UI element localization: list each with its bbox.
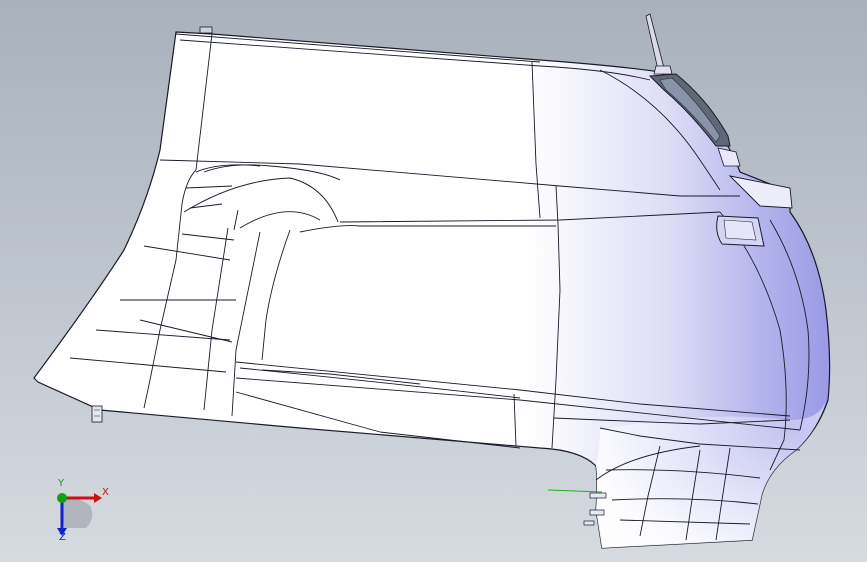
z-axis-label: Z bbox=[59, 532, 66, 543]
lower-clip bbox=[91, 405, 103, 423]
reference-triad[interactable]: X Y Z bbox=[44, 478, 114, 548]
graphics-viewport[interactable]: X Y Z bbox=[0, 0, 867, 562]
y-axis-label: Y bbox=[58, 478, 65, 489]
top-clip bbox=[199, 26, 213, 34]
cad-model[interactable] bbox=[0, 0, 867, 562]
fuel-door[interactable] bbox=[716, 215, 765, 247]
antenna[interactable] bbox=[645, 13, 673, 75]
x-axis-label: X bbox=[102, 487, 109, 498]
sketch-line bbox=[547, 489, 603, 493]
